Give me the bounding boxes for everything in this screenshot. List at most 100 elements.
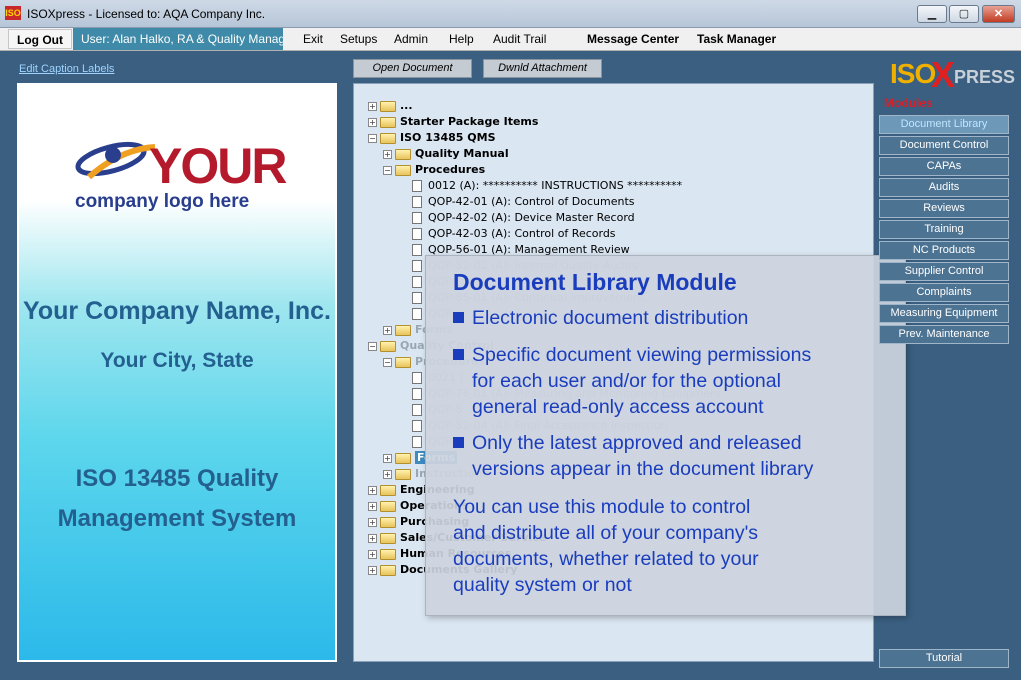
folder-icon [380,500,396,512]
document-icon [412,196,422,208]
expand-icon[interactable]: + [383,325,392,335]
brand-press: PRESS [954,67,1016,87]
document-icon [412,388,422,400]
collapse-icon[interactable]: − [368,133,377,143]
popup-paragraph: quality system or not [453,574,632,596]
open-document-button[interactable]: Open Document [353,59,472,78]
menu-task-manager[interactable]: Task Manager [697,32,776,46]
module-training-button[interactable]: Training [879,220,1009,239]
document-icon [412,372,422,384]
tree-folder[interactable]: + Starter Package Items [368,114,538,130]
title-bar: ISO ISOXpress - Licensed to: AQA Company… [0,0,1021,28]
collapse-icon[interactable]: − [383,357,392,367]
document-icon [412,180,422,192]
folder-icon [380,100,396,112]
popup-paragraph: and distribute all of your company's [453,522,759,544]
tree-folder[interactable]: + Quality Manual [383,146,509,162]
expand-icon[interactable]: + [383,149,392,159]
expand-icon[interactable]: + [368,565,377,575]
tree-item-label: Procedures [415,163,486,176]
document-icon [412,228,422,240]
popup-bullet: Only the latest approved and released [453,430,802,456]
module-document-library-button[interactable]: Document Library [879,115,1009,134]
menu-message-center[interactable]: Message Center [587,32,679,46]
popup-bullet-cont: versions appear in the document library [472,458,814,480]
folder-icon [380,116,396,128]
module-complaints-button[interactable]: Complaints [879,283,1009,302]
logout-button[interactable]: Log Out [8,29,72,49]
expand-icon[interactable]: + [368,549,377,559]
tree-document[interactable]: QOP-42-03 (A): Control of Records [410,226,616,242]
popup-bullet: Electronic document distribution [453,305,748,331]
tree-item-label: QOP-42-03 (A): Control of Records [428,227,616,240]
folder-icon [380,532,396,544]
expand-icon[interactable]: + [368,485,377,495]
tree-item-label: ISO 13485 QMS [400,131,496,144]
expand-icon[interactable]: + [383,469,392,479]
module-reviews-button[interactable]: Reviews [879,199,1009,218]
maximize-button[interactable]: ▢ [949,5,979,23]
expand-icon[interactable]: + [368,501,377,511]
brand-iso: ISO [890,58,936,89]
expand-icon[interactable]: + [368,533,377,543]
isoxpress-logo: ISO X PRESS [890,54,1015,95]
download-attachment-button[interactable]: Dwnld Attachment [483,59,602,78]
logo-swoosh-icon [75,141,156,180]
tree-document[interactable]: QOP-42-01 (A): Control of Documents [410,194,635,210]
popup-title: Document Library Module [453,269,737,295]
module-supplier-control-button[interactable]: Supplier Control [879,262,1009,281]
menu-admin[interactable]: Admin [394,32,428,46]
tree-item-label: QOP-42-01 (A): Control of Documents [428,195,635,208]
module-nc-products-button[interactable]: NC Products [879,241,1009,260]
folder-icon [380,564,396,576]
folder-icon [395,452,411,464]
popup-paragraph: You can use this module to control [453,496,751,518]
expand-icon[interactable]: + [368,101,377,111]
collapse-icon[interactable]: − [368,341,377,351]
bullet-square-icon [453,349,464,360]
tree-folder[interactable]: − ISO 13485 QMS [368,130,496,146]
folder-icon [395,164,411,176]
company-splash-panel: YOUR company logo here Your Company Name… [17,83,337,662]
module-capas-button[interactable]: CAPAs [879,157,1009,176]
company-city: Your City, State [100,349,254,372]
module-audits-button[interactable]: Audits [879,178,1009,197]
tree-document[interactable]: 0012 (A): ********** INSTRUCTIONS ******… [410,178,682,194]
collapse-icon[interactable]: − [383,165,392,175]
popup-bullet-cont: general read-only access account [472,396,764,418]
menu-setups[interactable]: Setups [340,32,377,46]
menu-exit[interactable]: Exit [303,32,323,46]
current-user-label: User: Alan Halko, RA & Quality Manager [73,28,283,50]
popup-bullet-cont: for each user and/or for the optional [472,370,781,392]
tree-item-label: QOP-42-02 (A): Device Master Record [428,211,635,224]
modules-label: Modules [884,96,933,110]
menu-bar: Log Out User: Alan Halko, RA & Quality M… [0,28,1021,51]
tree-folder[interactable]: +... [368,98,413,114]
document-icon [412,292,422,304]
document-icon [412,260,422,272]
tree-item-label: Starter Package Items [400,115,539,128]
logo-subtitle: company logo here [75,191,250,212]
expand-icon[interactable]: + [383,453,392,463]
module-document-control-button[interactable]: Document Control [879,136,1009,155]
edit-caption-labels-link[interactable]: Edit Caption Labels [19,63,114,75]
minimize-button[interactable]: ▁ [917,5,947,23]
folder-icon [380,484,396,496]
folder-icon [395,468,411,480]
expand-icon[interactable]: + [368,517,377,527]
folder-icon [380,340,396,352]
module-measuring-equipment-button[interactable]: Measuring Equipment [879,304,1009,323]
document-icon [412,244,422,256]
module-prev-maintenance-button[interactable]: Prev. Maintenance [879,325,1009,344]
tree-document[interactable]: QOP-42-02 (A): Device Master Record [410,210,635,226]
menu-help[interactable]: Help [449,32,474,46]
folder-icon [395,148,411,160]
document-icon [412,276,422,288]
qms-title-line2: Management System [57,505,297,532]
menu-audit-trail[interactable]: Audit Trail [493,32,546,46]
close-button[interactable]: ✕ [982,5,1015,23]
tree-folder[interactable]: − Procedures [383,162,485,178]
tutorial-button[interactable]: Tutorial [879,649,1009,668]
bullet-square-icon [453,312,464,323]
expand-icon[interactable]: + [368,117,377,127]
